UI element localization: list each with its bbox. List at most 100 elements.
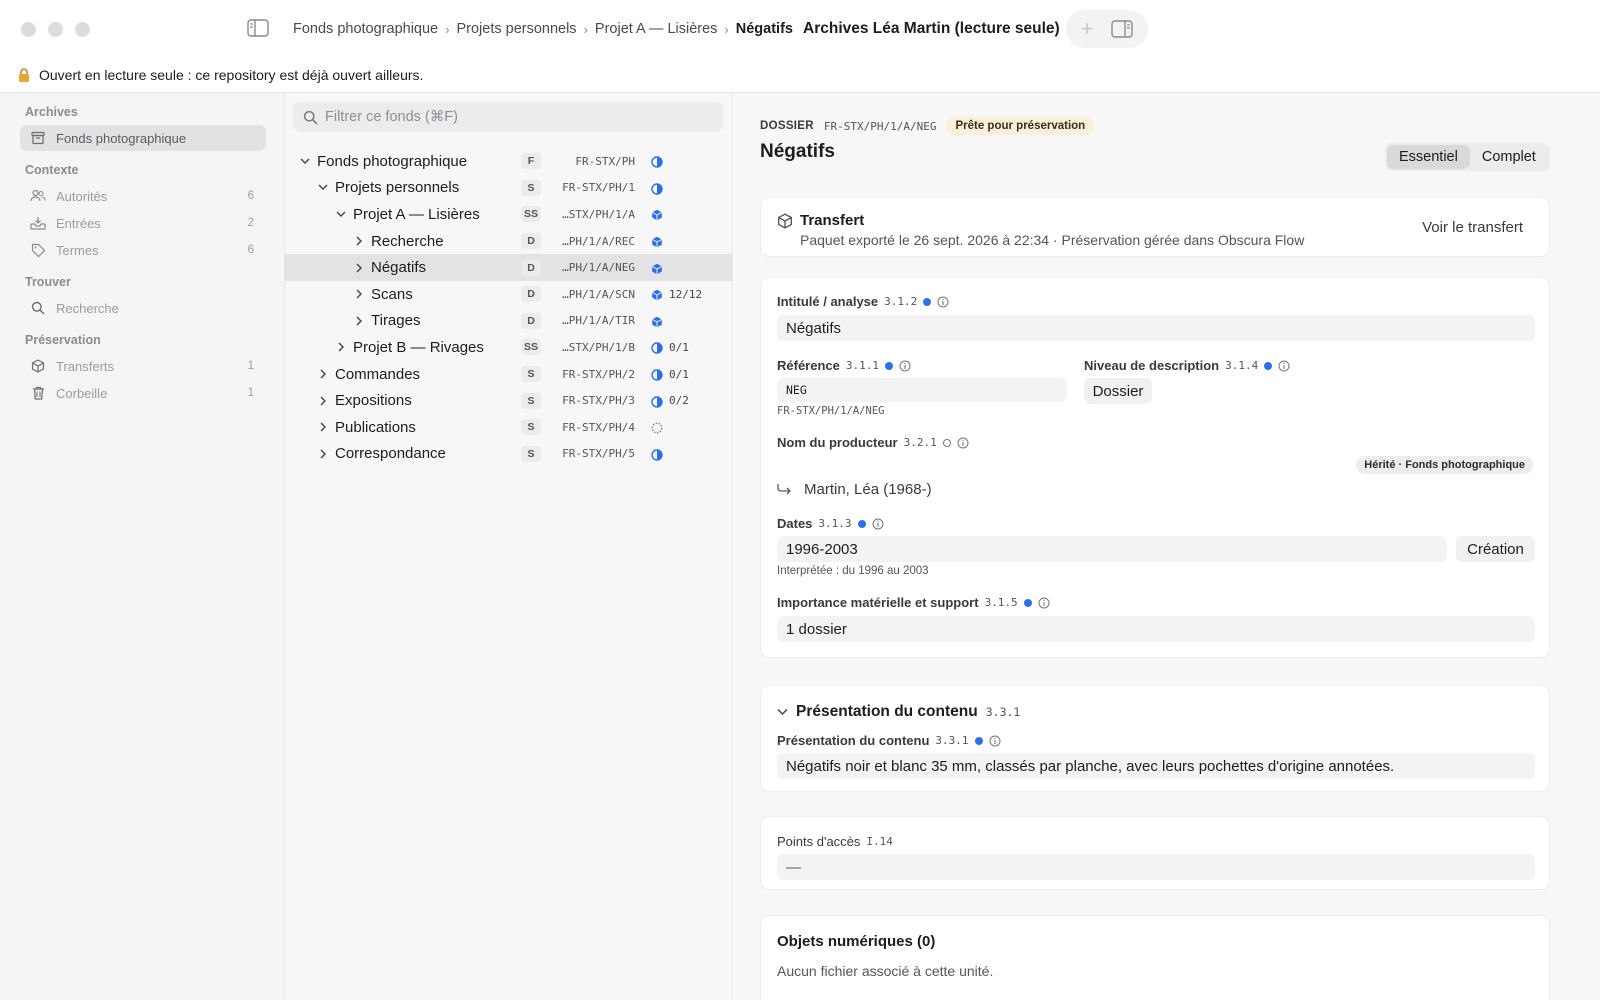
- chevron-right-icon[interactable]: [354, 236, 364, 246]
- content-section-header[interactable]: Présentation du contenu 3.3.1: [777, 703, 1020, 721]
- dates-field[interactable]: 1996-2003: [777, 536, 1447, 562]
- tree-node-label: Fonds photographique: [317, 152, 468, 170]
- field-label-text: Importance matérielle et support: [777, 595, 979, 610]
- tab-essentiel[interactable]: Essentiel: [1387, 145, 1470, 169]
- tree-row[interactable]: Recherche D …PH/1/A/REC: [285, 228, 733, 255]
- preserved-package-icon: [651, 315, 663, 328]
- breadcrumb-item[interactable]: Projets personnels: [456, 21, 576, 37]
- tree-row[interactable]: Correspondance S FR-STX/PH/5: [285, 441, 733, 468]
- chevron-right-icon[interactable]: [318, 422, 328, 432]
- zoom-window-button[interactable]: [75, 21, 90, 37]
- tree-row[interactable]: Scans D …PH/1/A/SCN 12/12: [285, 281, 733, 308]
- tree-row[interactable]: Commandes S FR-STX/PH/2 0/1: [285, 361, 733, 388]
- sidebar-item-recherche[interactable]: Recherche: [20, 295, 266, 321]
- chevron-down-icon[interactable]: [336, 209, 346, 219]
- view-transfer-button[interactable]: Voir le transfert: [1422, 219, 1523, 236]
- tree-row[interactable]: Fonds photographique F FR-STX/PH: [285, 148, 733, 175]
- archive-box-icon: [30, 130, 46, 146]
- sidebar-item-fonds[interactable]: Fonds photographique: [20, 125, 266, 151]
- tree-node-label: Projet B — Rivages: [353, 338, 484, 356]
- info-icon[interactable]: [989, 735, 1001, 747]
- chevron-right-icon[interactable]: [318, 396, 328, 406]
- inspector-toggle-icon[interactable]: [1111, 20, 1133, 38]
- sidebar: Archives Fonds photographique Contexte A…: [0, 93, 285, 1000]
- tree-row[interactable]: Projet B — Rivages SS …STX/PH/1/B 0/1: [285, 334, 733, 361]
- tree-row[interactable]: Négatifs D …PH/1/A/NEG: [285, 254, 733, 281]
- search-icon: [30, 300, 46, 316]
- close-window-button[interactable]: [21, 21, 36, 37]
- level-badge: SS: [521, 206, 541, 223]
- field-label-reference: Référence 3.1.1: [777, 358, 911, 373]
- filled-indicator-dot: [857, 519, 866, 528]
- tree-node-reference: FR-STX/PH/3: [562, 394, 635, 408]
- field-code: 3.1.2: [884, 295, 918, 308]
- field-label-text: Présentation du contenu: [777, 733, 930, 748]
- trash-icon: [30, 385, 46, 401]
- field-label-text: Référence: [777, 358, 840, 373]
- chevron-right-icon[interactable]: [354, 316, 364, 326]
- info-icon[interactable]: [872, 518, 884, 530]
- tree-row[interactable]: Tirages D …PH/1/A/TIR: [285, 308, 733, 335]
- reference-full: FR-STX/PH/1/A/NEG: [777, 405, 885, 417]
- tree-node-reference: …PH/1/A/TIR: [562, 314, 635, 328]
- tree-row[interactable]: Publications S FR-STX/PH/4: [285, 414, 733, 441]
- inbox-tray-icon: [30, 215, 46, 231]
- tree-row[interactable]: Projets personnels S FR-STX/PH/1: [285, 175, 733, 202]
- add-icon[interactable]: +: [1081, 18, 1094, 40]
- chevron-right-icon[interactable]: [318, 369, 328, 379]
- tree-row[interactable]: Projet A — Lisières SS …STX/PH/1/A: [285, 201, 733, 228]
- breadcrumb-item[interactable]: Projet A — Lisières: [595, 21, 718, 37]
- sidebar-item-entrees[interactable]: Entrées 2: [20, 210, 266, 236]
- inherit-arrow-icon: [777, 484, 791, 495]
- field-code: 3.3.1: [935, 734, 969, 747]
- info-icon[interactable]: [1038, 597, 1050, 609]
- info-icon[interactable]: [899, 360, 911, 372]
- importance-field[interactable]: 1 dossier: [777, 616, 1535, 642]
- tab-complet[interactable]: Complet: [1470, 145, 1548, 169]
- people-icon: [30, 188, 46, 204]
- sidebar-toggle-icon[interactable]: [247, 19, 269, 37]
- tree-node-label: Publications: [335, 418, 416, 436]
- chevron-right-icon[interactable]: [336, 342, 346, 352]
- content-section-card: Présentation du contenu 3.3.1 Présentati…: [760, 685, 1550, 792]
- field-label-access: Points d'accès I.14: [777, 834, 893, 849]
- tree-node-reference: …PH/1/A/SCN: [562, 287, 635, 301]
- level-badge: S: [521, 445, 541, 462]
- chevron-right-icon[interactable]: [354, 289, 364, 299]
- info-icon[interactable]: [1278, 360, 1290, 372]
- field-code: 3.1.3: [818, 517, 852, 530]
- preserved-package-icon: [651, 235, 663, 248]
- hierarchy-tree: Fonds photographique F FR-STX/PH Projets pe…: [285, 148, 733, 467]
- breadcrumb-item[interactable]: Fonds photographique: [293, 21, 438, 37]
- intitule-field[interactable]: Négatifs: [777, 315, 1535, 341]
- search-icon: [303, 110, 318, 124]
- chevron-right-icon[interactable]: [318, 449, 328, 459]
- tree-row[interactable]: Expositions S FR-STX/PH/3 0/2: [285, 387, 733, 414]
- contenu-field[interactable]: Négatifs noir et blanc 35 mm, classés pa…: [777, 753, 1535, 779]
- field-label-dates: Dates 3.1.3: [777, 516, 884, 531]
- hierarchy-panel: Fonds photographique F FR-STX/PH Projets pe…: [285, 93, 733, 1000]
- readonly-banner: Ouvert en lecture seule : ce repository …: [0, 58, 1600, 93]
- chevron-down-icon[interactable]: [318, 183, 328, 193]
- niveau-select[interactable]: Dossier: [1084, 378, 1152, 404]
- minimize-window-button[interactable]: [48, 21, 63, 37]
- info-icon[interactable]: [957, 437, 969, 449]
- tree-node-reference: …STX/PH/1/B: [562, 340, 635, 354]
- reference-field[interactable]: NEG: [777, 378, 1067, 402]
- sidebar-item-autorites[interactable]: Autorités 6: [20, 183, 266, 209]
- info-icon[interactable]: [937, 296, 949, 308]
- chevron-right-icon[interactable]: [354, 263, 364, 273]
- sidebar-item-transferts[interactable]: Transferts 1: [20, 353, 266, 379]
- partial-status-icon: [651, 155, 663, 168]
- date-type-select[interactable]: Création: [1456, 536, 1535, 562]
- filter-input[interactable]: [325, 109, 705, 125]
- chevron-down-icon[interactable]: [300, 156, 310, 166]
- tree-node-label: Expositions: [335, 392, 412, 410]
- producer-name: Martin, Léa (1968-): [804, 481, 932, 498]
- preserved-package-icon: [651, 262, 663, 274]
- sidebar-item-corbeille[interactable]: Corbeille 1: [20, 380, 266, 406]
- sidebar-item-termes[interactable]: Termes 6: [20, 237, 266, 263]
- tree-node-reference: …PH/1/A/REC: [562, 234, 635, 248]
- access-points-field[interactable]: —: [777, 854, 1535, 880]
- field-label-text: Points d'accès: [777, 834, 861, 849]
